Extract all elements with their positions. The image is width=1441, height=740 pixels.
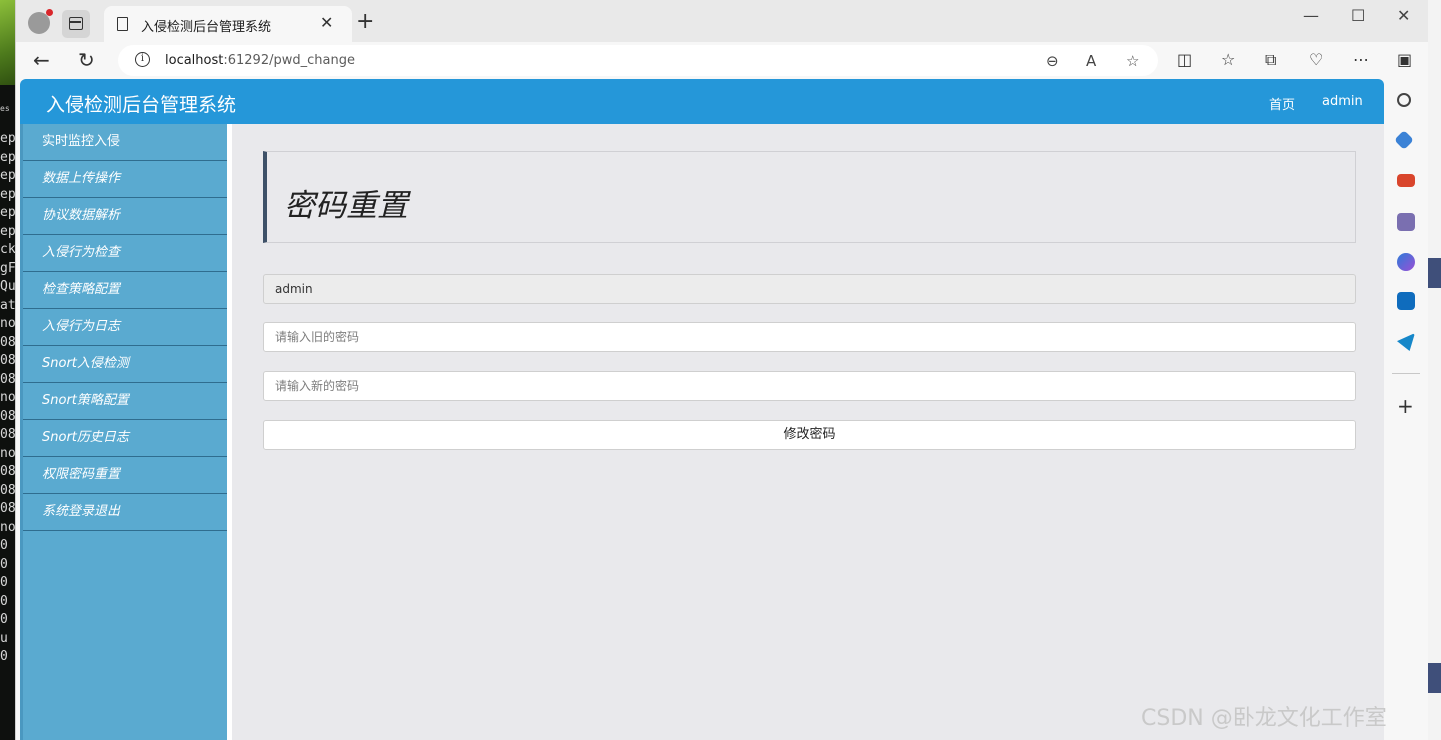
- page-title: 密码重置: [284, 188, 408, 224]
- page-viewport: 入侵检测后台管理系统 首页 admin 实时监控入侵 数据上传操作 协议数据解析 入侵…: [20, 79, 1384, 740]
- username-field[interactable]: [263, 274, 1356, 304]
- desktop-background-right: [1427, 0, 1441, 740]
- terminal-line: 08: [0, 427, 16, 442]
- profile-icon[interactable]: [28, 9, 53, 34]
- search-icon[interactable]: [1397, 93, 1411, 107]
- terminal-line: 0: [0, 538, 8, 553]
- terminal-line: 08: [0, 334, 16, 350]
- sidebar-toggle-icon[interactable]: ▣: [1397, 50, 1412, 69]
- tools-icon[interactable]: [1397, 174, 1415, 187]
- app-brand[interactable]: 入侵检测后台管理系统: [46, 90, 236, 117]
- address-bar[interactable]: i localhost:61292/pwd_change ⊖ A ☆: [118, 45, 1158, 76]
- terminal-line: ck: [0, 242, 16, 257]
- terminal-line: 08: [0, 464, 16, 479]
- terminal-line: no: [0, 316, 16, 331]
- sidebar-item[interactable]: 协议数据解析: [23, 198, 227, 235]
- copilot-icon[interactable]: [1397, 253, 1415, 271]
- edge-sidebar-divider: [1392, 373, 1420, 374]
- watermark: CSDN @卧龙文化工作室: [1141, 706, 1387, 731]
- sidebar-item[interactable]: 检查策略配置: [23, 272, 227, 309]
- change-password-button[interactable]: 修改密码: [263, 420, 1356, 450]
- terminal-line: 08: [0, 501, 16, 516]
- edge-sidebar: +: [1384, 79, 1428, 740]
- new-password-input[interactable]: [263, 371, 1356, 401]
- outlook-icon[interactable]: [1397, 292, 1415, 310]
- maximize-icon[interactable]: ☐: [1351, 6, 1365, 25]
- refresh-icon[interactable]: ↻: [78, 48, 95, 72]
- read-aloud-icon[interactable]: A: [1086, 52, 1096, 70]
- url-text[interactable]: localhost:61292/pwd_change: [165, 53, 355, 68]
- collections-icon[interactable]: ⧉: [1265, 50, 1276, 70]
- terminal-line: ep: [0, 223, 16, 239]
- tab-strip: 入侵检测后台管理系统 ✕ + — ☐ ✕: [16, 0, 1428, 42]
- back-icon[interactable]: ←: [33, 48, 50, 72]
- terminal-line: ep: [0, 205, 16, 220]
- shopping-tag-icon[interactable]: [1394, 130, 1414, 150]
- terminal-line: no: [0, 445, 16, 461]
- more-icon[interactable]: ⋯: [1353, 50, 1369, 69]
- browser-window: 入侵检测后台管理系统 ✕ + — ☐ ✕ ← ↻ i localhost:612…: [15, 0, 1428, 740]
- terminal-line: 08: [0, 353, 16, 368]
- favorite-star-icon[interactable]: ☆: [1126, 52, 1139, 70]
- sidebar-item[interactable]: 实时监控入侵: [23, 124, 227, 161]
- terminal-line: gF: [0, 260, 16, 276]
- terminal-line: ep: [0, 149, 16, 165]
- add-icon[interactable]: +: [1397, 394, 1414, 418]
- terminal-line: 0: [0, 575, 8, 590]
- terminal-line: no: [0, 390, 16, 405]
- sidebar-item[interactable]: 入侵行为日志: [23, 309, 227, 346]
- old-password-input[interactable]: [263, 322, 1356, 352]
- terminal-line: ep: [0, 131, 16, 146]
- tab-actions-icon[interactable]: [62, 10, 90, 38]
- sidebar-item[interactable]: 数据上传操作: [23, 161, 227, 198]
- terminal-line: 0: [0, 612, 8, 627]
- background-window-fragment: [1427, 663, 1441, 693]
- terminal-line: 08: [0, 371, 16, 387]
- terminal-line: ep: [0, 168, 16, 183]
- terminal-line: Qu: [0, 279, 16, 294]
- new-tab-icon[interactable]: +: [356, 9, 374, 34]
- send-icon[interactable]: [1397, 333, 1415, 351]
- browser-tab[interactable]: 入侵检测后台管理系统 ✕: [104, 6, 352, 42]
- favorites-icon[interactable]: ☆: [1221, 50, 1235, 69]
- terminal-line: no: [0, 519, 16, 535]
- sidebar-menu: 实时监控入侵 数据上传操作 协议数据解析 入侵行为检查 检查策略配置 入侵行为日志 Snor…: [20, 124, 232, 740]
- sidebar-item[interactable]: 入侵行为检查: [23, 235, 227, 272]
- terminal-line: 08: [0, 482, 16, 498]
- sidebar-item[interactable]: 权限密码重置: [23, 457, 227, 494]
- split-screen-icon[interactable]: ◫: [1177, 50, 1192, 69]
- terminal-fragment: ep ep ep ep ep ep ck gF Qu at no 08 08 08 no 08 08 no 08 08…: [0, 130, 16, 667]
- terminal-line: ep: [0, 186, 16, 202]
- terminal-line: 08: [0, 408, 16, 424]
- sidebar-item[interactable]: Snort策略配置: [23, 383, 227, 420]
- sidebar-item[interactable]: Snort入侵检测: [23, 346, 227, 383]
- app-header: 入侵检测后台管理系统 首页 admin: [20, 79, 1384, 124]
- terminal-line: 0: [0, 593, 8, 609]
- close-icon[interactable]: ✕: [320, 13, 333, 32]
- nav-user-link[interactable]: admin: [1322, 94, 1363, 109]
- minimize-icon[interactable]: —: [1303, 6, 1319, 25]
- page-icon: [117, 17, 128, 31]
- sidebar-item[interactable]: Snort历史日志: [23, 420, 227, 457]
- sidebar-item[interactable]: 系统登录退出: [23, 494, 227, 531]
- info-icon[interactable]: i: [135, 52, 150, 67]
- nav-home-link[interactable]: 首页: [1269, 94, 1295, 113]
- page-title-box: 密码重置: [263, 151, 1356, 243]
- terminal-line: 0: [0, 649, 8, 664]
- browser-essentials-icon[interactable]: ♡: [1309, 50, 1323, 69]
- terminal-line: at: [0, 297, 16, 313]
- terminal-line: u: [0, 630, 8, 646]
- window-close-icon[interactable]: ✕: [1397, 6, 1410, 25]
- terminal-line: 0: [0, 556, 8, 572]
- games-icon[interactable]: [1397, 213, 1415, 231]
- tab-title: 入侵检测后台管理系统: [141, 20, 272, 35]
- address-bar-row: ← ↻ i localhost:61292/pwd_change ⊖ A ☆: [16, 42, 1428, 79]
- zoom-out-icon[interactable]: ⊖: [1046, 52, 1059, 70]
- background-window-fragment: [1427, 258, 1441, 288]
